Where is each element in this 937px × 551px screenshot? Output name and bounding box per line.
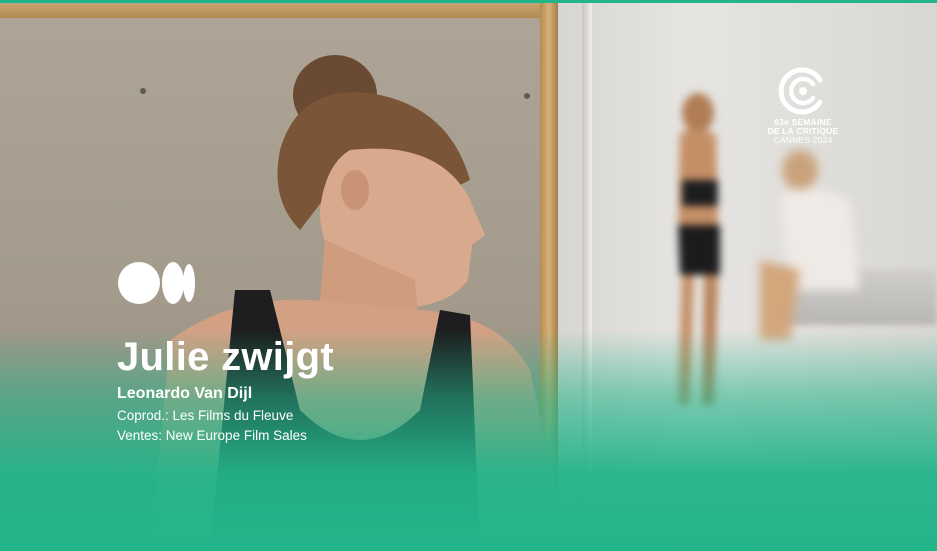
top-accent-strip xyxy=(0,0,937,3)
film-coproduction: Coprod.: Les Films du Fleuve xyxy=(117,408,294,423)
critics-week-logo-icon xyxy=(778,67,823,115)
film-sales: Ventes: New Europe Film Sales xyxy=(117,428,307,443)
film-title: Julie zwijgt xyxy=(117,335,334,379)
brand-logo-icon xyxy=(118,262,195,304)
festival-badge: 63e SEMAINE DE LA CRITIQUE CANNES 2024 xyxy=(760,66,846,145)
wall-panel-frame-top xyxy=(0,4,558,18)
wall-screw xyxy=(140,88,146,94)
background-person-sitting xyxy=(760,150,860,340)
film-director: Leonardo Van Dijl xyxy=(117,385,253,402)
festival-location-year: CANNES 2024 xyxy=(773,135,833,145)
